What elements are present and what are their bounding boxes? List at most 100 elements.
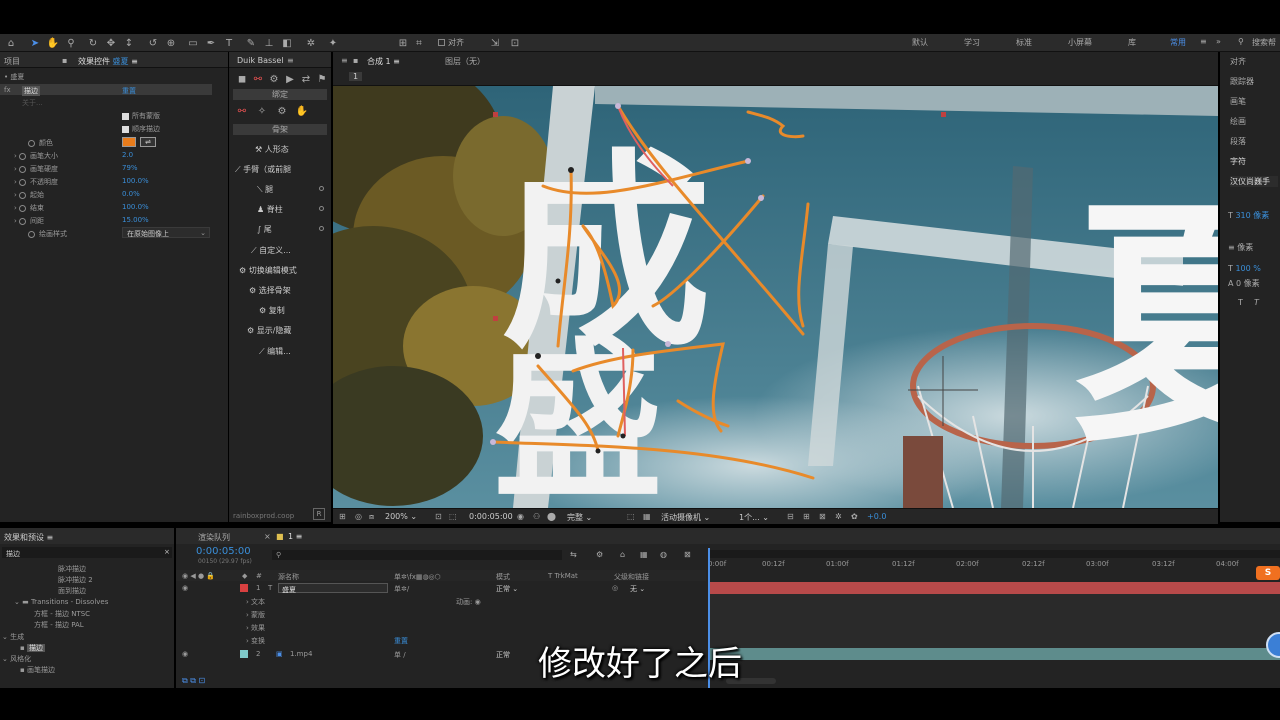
duik-hand-icon[interactable]: ✋ <box>295 104 309 118</box>
preset-item[interactable]: 面到描边 <box>58 586 86 596</box>
stopwatch-icon[interactable] <box>19 178 27 186</box>
sequential-checkbox[interactable]: 顺序描边 <box>122 124 160 134</box>
duik-spine-option-icon[interactable] <box>319 206 324 211</box>
effect-reset[interactable]: 重置 <box>122 86 136 96</box>
tab-project[interactable]: 项目 <box>4 56 20 67</box>
layer-name-field[interactable]: 盛夏 <box>278 583 388 594</box>
pickwhip-icon[interactable]: ◎ <box>612 584 618 592</box>
home-icon[interactable]: ⌂ <box>4 36 18 50</box>
draft-3d-icon[interactable]: ⚙ <box>596 550 603 559</box>
flowchart-icon[interactable]: ✲ <box>835 512 842 521</box>
duik-puppet-icon[interactable]: ✧ <box>255 104 269 118</box>
motion-blur-icon[interactable]: ◍ <box>660 550 667 559</box>
anchor-tool-icon[interactable]: ⊕ <box>164 36 178 50</box>
duik-leg-option-icon[interactable] <box>319 186 324 191</box>
scale-value[interactable]: 100 % <box>1235 264 1260 273</box>
workspace-libraries[interactable]: 库 <box>1128 37 1136 48</box>
composition-viewer[interactable]: 成 盛 夏 <box>333 86 1218 508</box>
snap-options-icon[interactable]: ⌗ <box>412 36 426 50</box>
prop-brush-size-value[interactable]: 2.0 <box>122 151 133 159</box>
panel-tracker[interactable]: 跟踪器 <box>1230 76 1254 87</box>
tab-render-queue[interactable]: 渲染队列 <box>198 532 230 543</box>
duik-item-tail[interactable]: ∫ 尾 <box>257 224 272 235</box>
frame-blending-icon[interactable]: ▦ <box>640 550 648 559</box>
rectangle-tool-icon[interactable]: ▭ <box>186 36 200 50</box>
source-name-header[interactable]: 源名称 <box>278 572 299 582</box>
views-select[interactable]: 1个... ⌄ <box>739 512 769 523</box>
effect-about[interactable]: 关于... <box>22 98 43 108</box>
duik-io-icon[interactable]: ⇄ <box>299 72 313 86</box>
layer-mode[interactable]: 正常 ⌄ <box>496 584 518 594</box>
stopwatch-icon[interactable] <box>19 217 27 225</box>
duik-item-spine[interactable]: ♟ 脊柱 <box>257 204 283 215</box>
duik-item-duplicate[interactable]: ⚙ 复制 <box>259 305 285 316</box>
comp-flowchart-tab[interactable]: 1 <box>349 72 363 81</box>
paint-style-select[interactable]: 在原始图像上 ⌄ <box>122 227 210 238</box>
parent-header[interactable]: 父级和链接 <box>614 572 649 582</box>
timeline-link-icon[interactable]: ⊠ <box>819 512 826 521</box>
transparency-icon[interactable]: ▦ <box>643 512 651 521</box>
grid-icon[interactable]: ⊡ <box>435 512 442 521</box>
stopwatch-icon[interactable] <box>28 139 35 147</box>
eyedropper-icon[interactable]: ⇌ <box>140 137 156 147</box>
orbit-tool-icon[interactable]: ↻ <box>86 36 100 50</box>
zoom-tool-icon[interactable]: ⚲ <box>64 36 78 50</box>
workspace-learn[interactable]: 学习 <box>964 37 980 48</box>
font-size-value[interactable]: 310 像素 <box>1235 211 1269 220</box>
stopwatch-icon[interactable] <box>19 152 27 160</box>
clone-tool-icon[interactable]: ⊥ <box>262 36 276 50</box>
duik-item-edit-mode[interactable]: ⚙ 切换编辑模式 <box>239 265 297 276</box>
tab-composition[interactable]: 合成 1 ≡ <box>367 56 400 67</box>
duik-settings-icon[interactable]: ⚑ <box>315 72 329 86</box>
baseline-value[interactable]: 0 像素 <box>1236 279 1260 288</box>
clear-search-icon[interactable]: × <box>164 548 170 556</box>
effect-header-row[interactable]: fx 描边 重置 <box>0 84 212 96</box>
preset-folder[interactable]: ⌄ ▬ Transitions - Dissolves <box>14 598 108 606</box>
stopwatch-icon[interactable] <box>28 230 35 238</box>
prop-start-value[interactable]: 0.0% <box>122 190 140 198</box>
preset-item[interactable]: 脉冲描边 2 <box>58 575 93 585</box>
workspace-standard[interactable]: 标准 <box>1016 37 1032 48</box>
mask-visibility-icon[interactable]: ◎ <box>355 512 362 521</box>
timeline-search-input[interactable]: ⚲ <box>272 550 562 560</box>
trkmat-header[interactable]: T TrkMat <box>548 572 578 580</box>
layer-parent[interactable]: 无 ⌄ <box>630 584 645 594</box>
rotate-tool-icon[interactable]: ↺ <box>146 36 160 50</box>
search-help-input[interactable]: 搜索帮 <box>1252 37 1276 48</box>
pan-tool-icon[interactable]: ✥ <box>104 36 118 50</box>
layer-sub-masks[interactable]: › 蒙版 <box>246 610 265 620</box>
camera-select[interactable]: 活动摄像机 ⌄ <box>661 512 710 523</box>
font-family-select[interactable]: 汉仪尚巍手 <box>1230 176 1278 187</box>
duik-item-arm[interactable]: ⟋ 手臂（或前腿 <box>235 164 291 175</box>
stopwatch-icon[interactable] <box>19 191 27 199</box>
lock-icon[interactable]: ▪ <box>62 56 67 65</box>
prop-opacity-value[interactable]: 100.0% <box>122 177 149 185</box>
work-area-bar[interactable] <box>708 550 1280 558</box>
faux-italic-icon[interactable]: T <box>1254 298 1259 307</box>
graph-editor-icon[interactable]: ⊠ <box>684 550 691 559</box>
comp-mini-flowchart-icon[interactable]: ⇆ <box>570 550 577 559</box>
layer-switches[interactable]: 单✲/ <box>394 584 409 594</box>
show-snapshot-icon[interactable]: ⚇ <box>533 512 540 521</box>
workspace-menu-icon[interactable]: ≡ <box>1200 37 1207 46</box>
quality-select[interactable]: 完整 ⌄ <box>567 512 592 523</box>
panel-brushes[interactable]: 画笔 <box>1230 96 1246 107</box>
brush-tool-icon[interactable]: ✎ <box>244 36 258 50</box>
comp-lock-icon[interactable]: ▪ <box>353 56 358 65</box>
tab-timeline-comp[interactable]: 1 ≡ <box>288 532 302 541</box>
extend-icon[interactable]: ⊡ <box>508 36 522 50</box>
more-workspaces[interactable]: » <box>1216 37 1221 46</box>
prop-spacing-value[interactable]: 15.00% <box>122 216 149 224</box>
duik-camera-icon[interactable]: ▶ <box>283 72 297 86</box>
prop-end-value[interactable]: 100.0% <box>122 203 149 211</box>
duik-item-edit[interactable]: ⟋ 编辑... <box>259 346 291 357</box>
roto-brush-icon[interactable]: ✲ <box>304 36 318 50</box>
fast-preview-icon[interactable]: ⊞ <box>803 512 810 521</box>
reset-exposure-icon[interactable]: ✿ <box>851 512 858 521</box>
preset-item[interactable]: 脉冲描边 <box>58 564 86 574</box>
search-help-icon[interactable]: ⚲ <box>1238 37 1244 46</box>
stopwatch-icon[interactable] <box>19 204 27 212</box>
duik-footer-button[interactable]: R <box>313 508 325 520</box>
workspace-default[interactable]: 默认 <box>912 37 928 48</box>
stopwatch-icon[interactable] <box>19 165 27 173</box>
